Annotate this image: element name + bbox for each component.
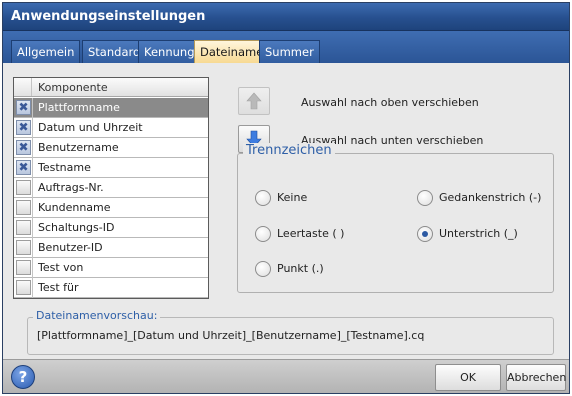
row-divider	[32, 278, 33, 298]
list-item-label: Datum und Uhrzeit	[38, 121, 143, 134]
component-list[interactable]: Komponente ✖ Plattformname ✖ Datum und Uhrz…	[13, 77, 209, 299]
radio-keine-label: Keine	[277, 191, 308, 204]
list-item-label: Testname	[38, 161, 91, 174]
list-item[interactable]: Test für	[14, 278, 208, 298]
footer-bar: ? OK Abbrechen	[3, 359, 569, 393]
list-item-label: Kundenname	[38, 201, 111, 214]
radio-leertaste[interactable]	[255, 226, 271, 242]
list-item-label: Test für	[38, 281, 79, 294]
ok-button[interactable]: OK	[435, 364, 501, 391]
list-item[interactable]: Kundenname	[14, 198, 208, 218]
checkbox-unchecked-icon[interactable]	[16, 220, 31, 235]
row-divider	[32, 98, 33, 118]
list-item[interactable]: ✖ Testname	[14, 158, 208, 178]
separator-group-title: Trennzeichen	[243, 143, 335, 158]
settings-window: Anwendungseinstellungen Allgemein Standa…	[2, 2, 570, 394]
row-divider	[32, 238, 33, 258]
radio-leertaste-label: Leertaste ( )	[277, 227, 345, 240]
radio-keine[interactable]	[255, 190, 271, 206]
list-item[interactable]: Schaltungs-ID	[14, 218, 208, 238]
checkbox-unchecked-icon[interactable]	[16, 280, 31, 295]
window-title: Anwendungseinstellungen	[3, 3, 569, 31]
tab-standard[interactable]: Standard	[82, 40, 147, 63]
checkbox-unchecked-icon[interactable]	[16, 240, 31, 255]
filename-preview-title: Dateinamenvorschau:	[33, 309, 161, 322]
radio-unterstrich-label: Unterstrich (_)	[439, 227, 518, 240]
list-item[interactable]: Benutzer-ID	[14, 238, 208, 258]
radio-punkt-label: Punkt (.)	[277, 262, 324, 275]
list-item[interactable]: ✖ Datum und Uhrzeit	[14, 118, 208, 138]
row-divider	[32, 218, 33, 238]
checkbox-checked-icon[interactable]: ✖	[16, 100, 31, 115]
radio-unterstrich[interactable]	[417, 226, 433, 242]
list-header-label: Komponente	[38, 81, 108, 94]
checkbox-unchecked-icon[interactable]	[16, 180, 31, 195]
row-divider	[32, 118, 33, 138]
list-header: Komponente	[14, 78, 208, 97]
tab-allgemein[interactable]: Allgemein	[11, 40, 81, 63]
list-item-label: Benutzername	[38, 141, 119, 154]
checkbox-checked-icon[interactable]: ✖	[16, 140, 31, 155]
tab-content: Komponente ✖ Plattformname ✖ Datum und Uhrz…	[3, 63, 569, 359]
tab-kennung[interactable]: Kennung	[138, 40, 201, 63]
row-divider	[32, 158, 33, 178]
row-divider	[32, 178, 33, 198]
help-icon[interactable]: ?	[11, 365, 35, 389]
move-up-button[interactable]	[238, 87, 270, 115]
list-item-label: Plattformname	[38, 101, 120, 114]
arrow-up-icon	[246, 92, 262, 110]
checkbox-unchecked-icon[interactable]	[16, 260, 31, 275]
list-item-label: Schaltungs-ID	[38, 221, 115, 234]
cancel-button[interactable]: Abbrechen	[506, 364, 566, 391]
list-item[interactable]: Auftrags-Nr.	[14, 178, 208, 198]
list-item-label: Benutzer-ID	[38, 241, 103, 254]
list-item[interactable]: ✖ Benutzername	[14, 138, 208, 158]
tab-strip: Allgemein Standard Kennung Dateiname Sum…	[3, 31, 569, 63]
row-divider	[32, 138, 33, 158]
checkbox-checked-icon[interactable]: ✖	[16, 160, 31, 175]
row-divider	[32, 198, 33, 218]
list-item[interactable]: Test von	[14, 258, 208, 278]
tab-dateiname[interactable]: Dateiname	[194, 40, 270, 63]
radio-punkt[interactable]	[255, 261, 271, 277]
move-up-label: Auswahl nach oben verschieben	[301, 96, 479, 109]
tab-summer[interactable]: Summer	[259, 40, 320, 63]
header-check-column	[14, 78, 32, 96]
list-item-label: Test von	[38, 261, 84, 274]
list-item-label: Auftrags-Nr.	[38, 181, 104, 194]
checkbox-checked-icon[interactable]: ✖	[16, 120, 31, 135]
list-item[interactable]: ✖ Plattformname	[14, 98, 208, 118]
row-divider	[32, 258, 33, 278]
checkbox-unchecked-icon[interactable]	[16, 200, 31, 215]
radio-gedankenstrich[interactable]	[417, 190, 433, 206]
filename-preview-value: [Plattformname]_[Datum und Uhrzeit]_[Ben…	[37, 329, 425, 342]
radio-gedankenstrich-label: Gedankenstrich (-)	[439, 191, 542, 204]
